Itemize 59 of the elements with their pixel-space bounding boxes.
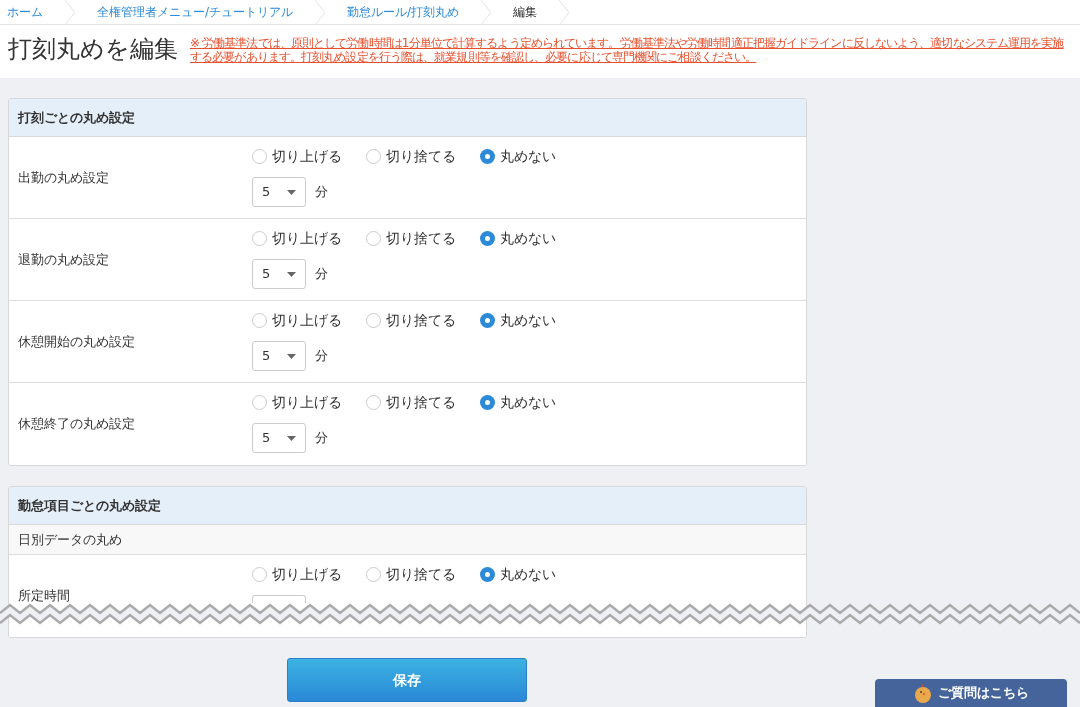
radio-option[interactable]: 切り捨てる [366, 310, 456, 331]
radio-button[interactable] [252, 567, 267, 582]
radio-button[interactable] [480, 313, 495, 328]
unit-label: 分 [315, 265, 328, 284]
radio-option[interactable]: 切り上げる [252, 310, 342, 331]
interval-select[interactable]: 5 [252, 341, 306, 371]
radio-option[interactable]: 切り捨てる [366, 146, 456, 167]
unit-label: 分 [315, 347, 328, 366]
breadcrumb-link[interactable]: ホーム [0, 3, 65, 21]
subsection-heading: 日別データの丸め [18, 530, 122, 549]
breadcrumb-link[interactable]: 全権管理者メニュー/チュートリアル [75, 3, 316, 21]
caret-icon [287, 435, 296, 441]
radio-button[interactable] [366, 395, 381, 410]
radio-button[interactable] [480, 395, 495, 410]
radio-option[interactable]: 切り上げる [252, 392, 342, 413]
caret-icon [287, 271, 296, 277]
radio-button[interactable] [366, 567, 381, 582]
radio-option[interactable]: 切り捨てる [366, 392, 456, 413]
radio-button[interactable] [480, 567, 495, 582]
radio-option[interactable]: 切り捨てる [366, 228, 456, 249]
radio-button[interactable] [366, 313, 381, 328]
setting-label: 所定時間 [18, 587, 70, 606]
interval-select[interactable]: 5 [252, 259, 306, 289]
unit-label: 分 [315, 183, 328, 202]
radio-button[interactable] [252, 395, 267, 410]
radio-option[interactable]: 丸めない [480, 392, 556, 413]
legal-notice-link[interactable]: ※ 労働基準法では、原則として労働時間は1分単位で計算するよう定められています。労働基準法や労働時間適正把握ガイドラインに反しないよう、適切なシステム運用を実施する必要があります。打刻丸め設定を行う際は、就業規則等を確認し、必要に応じて専門機関にご相談ください。 [190, 36, 1068, 64]
setting-label: 休憩開始の丸め設定 [18, 332, 135, 351]
radio-option[interactable]: 丸めない [480, 564, 556, 585]
interval-select[interactable] [252, 595, 306, 603]
radio-button[interactable] [252, 231, 267, 246]
setting-label: 休憩終了の丸め設定 [18, 415, 135, 434]
breadcrumb-current: 編集 [512, 4, 539, 21]
radio-button[interactable] [366, 231, 381, 246]
radio-option[interactable]: 丸めない [480, 228, 556, 249]
radio-option[interactable]: 丸めない [480, 146, 556, 167]
help-button[interactable]: ご質問はこちら [875, 679, 1067, 707]
radio-button[interactable] [366, 149, 381, 164]
radio-button[interactable] [252, 313, 267, 328]
chick-icon [913, 683, 932, 703]
breadcrumb-link[interactable]: 勤怠ルール/打刻丸め [325, 3, 482, 21]
radio-button[interactable] [480, 231, 495, 246]
radio-option[interactable]: 丸めない [480, 310, 556, 331]
section-heading: 打刻ごとの丸め設定 [18, 108, 135, 127]
radio-option[interactable]: 切り上げる [252, 228, 342, 249]
page-title: 打刻丸めを編集 [8, 34, 178, 64]
radio-option[interactable]: 切り捨てる [366, 564, 456, 585]
caret-icon [287, 189, 296, 195]
radio-option[interactable]: 切り上げる [252, 564, 342, 585]
setting-label: 退勤の丸め設定 [18, 250, 109, 269]
unit-label: 分 [315, 429, 328, 448]
interval-select[interactable]: 5 [252, 423, 306, 453]
radio-button[interactable] [252, 149, 267, 164]
caret-icon [287, 353, 296, 359]
radio-button[interactable] [480, 149, 495, 164]
section-heading: 勤怠項目ごとの丸め設定 [18, 496, 161, 515]
setting-label: 出勤の丸め設定 [18, 168, 109, 187]
interval-select[interactable]: 5 [252, 177, 306, 207]
radio-option[interactable]: 切り上げる [252, 146, 342, 167]
